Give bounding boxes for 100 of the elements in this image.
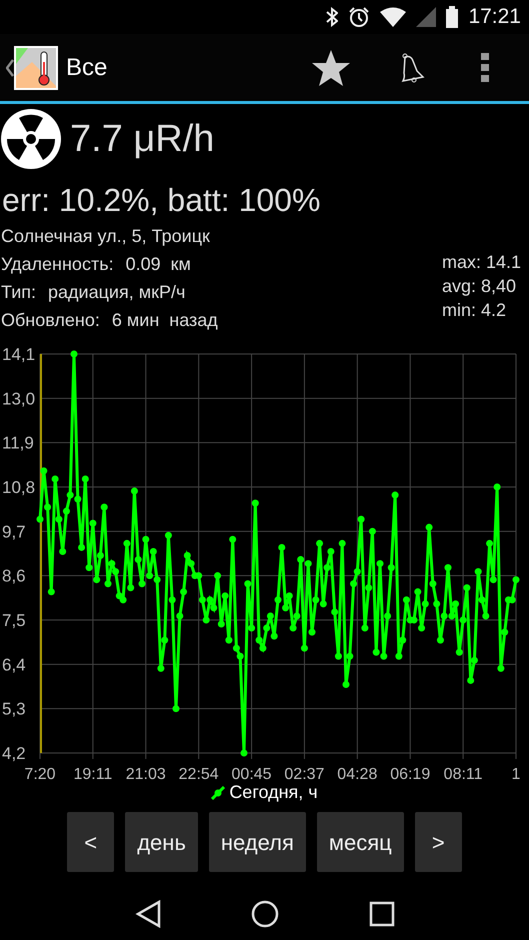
x-tick-label: 21:03 xyxy=(126,766,166,783)
x-tick-label: 06:19 xyxy=(390,766,430,783)
home-icon[interactable] xyxy=(250,899,280,929)
data-point xyxy=(501,628,508,636)
overflow-menu-icon[interactable] xyxy=(481,52,489,82)
data-point xyxy=(293,612,300,620)
period-button[interactable]: неделя xyxy=(208,812,306,872)
data-point xyxy=(308,628,316,636)
data-point xyxy=(176,612,184,620)
bluetooth-icon xyxy=(326,7,338,27)
data-point xyxy=(452,600,460,608)
data-point xyxy=(327,548,334,555)
battery-icon xyxy=(446,6,458,28)
data-point xyxy=(350,580,358,588)
data-point xyxy=(399,636,406,644)
data-point xyxy=(172,705,180,712)
data-point xyxy=(36,516,44,523)
data-point xyxy=(89,520,96,527)
back-icon[interactable] xyxy=(134,900,160,928)
data-point xyxy=(202,616,210,624)
data-point xyxy=(414,588,422,596)
period-button[interactable]: > xyxy=(414,812,462,872)
data-point xyxy=(426,524,433,531)
star-icon[interactable] xyxy=(311,48,351,86)
info-label: Обновлено: xyxy=(1,309,100,332)
x-tick-label: 00:45 xyxy=(232,766,272,783)
error-battery-text: err: 10.2%, batt: 100% xyxy=(1,181,322,216)
x-tick-label: 02:37 xyxy=(284,766,324,783)
y-tick-label: 13,0 xyxy=(2,389,36,408)
y-tick-label: 7,5 xyxy=(2,611,26,630)
data-point xyxy=(463,584,470,592)
period-button[interactable]: < xyxy=(67,812,114,872)
data-point xyxy=(444,564,452,572)
data-point xyxy=(486,540,494,547)
legend-marker-icon xyxy=(211,786,226,800)
y-tick-label: 6,4 xyxy=(2,655,26,674)
data-point xyxy=(164,532,172,539)
data-point xyxy=(248,624,256,632)
data-point xyxy=(512,576,520,584)
data-point xyxy=(168,596,176,604)
data-point xyxy=(93,576,100,584)
data-point xyxy=(470,656,478,664)
period-button[interactable]: месяц xyxy=(316,812,404,872)
data-point xyxy=(392,492,399,499)
wifi-icon xyxy=(380,7,406,27)
data-point xyxy=(338,540,346,547)
data-point xyxy=(123,540,130,547)
data-point xyxy=(82,475,89,482)
recent-apps-icon[interactable] xyxy=(368,901,394,927)
back-chevron-icon[interactable] xyxy=(6,58,14,76)
info-value: 0.09 км xyxy=(126,253,191,276)
data-point xyxy=(478,596,486,604)
data-point xyxy=(286,592,293,600)
y-tick-label: 9,7 xyxy=(2,522,26,542)
data-point xyxy=(346,652,354,660)
address-text: Солнечная ул., 5, Троицк xyxy=(1,225,211,248)
signal-icon xyxy=(416,7,436,27)
data-point xyxy=(52,475,59,482)
data-point xyxy=(252,500,259,507)
legend-label: Сегодня, ч xyxy=(229,781,318,804)
data-point xyxy=(429,580,436,588)
x-tick-label: 08:11 xyxy=(444,766,483,783)
data-point xyxy=(40,467,48,474)
data-point xyxy=(127,584,134,592)
y-tick-label: 10,8 xyxy=(2,478,36,497)
data-point xyxy=(494,484,501,490)
data-point xyxy=(388,564,395,572)
app-logo-icon[interactable] xyxy=(14,46,58,90)
info-label: Удаленность: xyxy=(1,253,114,276)
data-point xyxy=(300,644,308,652)
data-point xyxy=(100,504,108,511)
data-point xyxy=(384,612,392,620)
data-point xyxy=(490,576,497,584)
data-point xyxy=(460,616,467,624)
data-point xyxy=(142,536,150,543)
data-point xyxy=(467,676,474,684)
data-point xyxy=(316,540,324,547)
data-point xyxy=(266,612,274,620)
data-point xyxy=(134,556,142,564)
data-point xyxy=(376,560,384,568)
data-point xyxy=(59,548,66,555)
data-point xyxy=(324,564,331,572)
y-tick-label: 11,9 xyxy=(2,434,34,453)
data-point xyxy=(365,584,372,592)
dose-rate: 7.7 μR/h xyxy=(70,120,214,158)
data-point xyxy=(214,572,222,580)
stat-text: avg: 8,40 xyxy=(442,275,518,298)
data-point xyxy=(278,544,286,551)
info-label: Тип: xyxy=(1,281,36,304)
data-point xyxy=(150,548,157,555)
data-point xyxy=(358,516,365,523)
data-point xyxy=(402,596,410,604)
clock-time: 17:21 xyxy=(468,4,521,30)
data-point xyxy=(180,588,188,596)
data-point xyxy=(104,580,112,588)
screen-title: Все xyxy=(66,52,108,82)
data-point xyxy=(290,624,297,632)
period-button[interactable]: день xyxy=(125,812,198,872)
y-tick-label: 5,3 xyxy=(2,700,26,719)
data-point xyxy=(218,620,225,628)
